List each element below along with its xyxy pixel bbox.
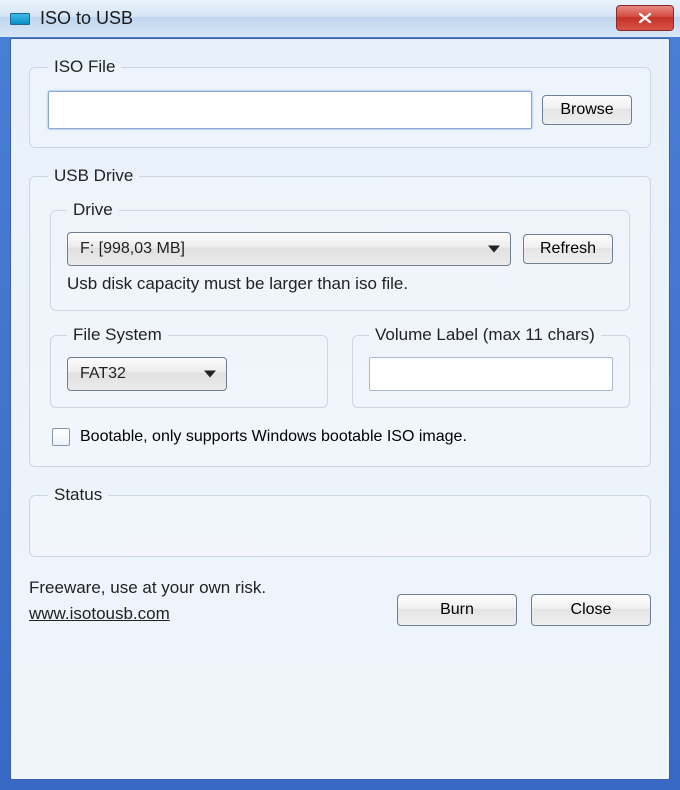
iso-file-legend: ISO File xyxy=(48,57,121,77)
app-window: ISO to USB ISO File Browse USB Drive Dri… xyxy=(0,0,680,790)
close-window-button[interactable] xyxy=(616,5,674,31)
freeware-note: Freeware, use at your own risk. xyxy=(29,575,266,601)
status-legend: Status xyxy=(48,485,108,505)
drive-legend: Drive xyxy=(67,200,119,220)
usb-drive-group: USB Drive Drive F: [998,03 MB] Refresh U… xyxy=(29,166,651,467)
titlebar: ISO to USB xyxy=(0,0,680,38)
footer: Freeware, use at your own risk. www.isot… xyxy=(29,575,651,626)
volume-label-input[interactable] xyxy=(369,357,613,391)
bootable-checkbox[interactable] xyxy=(52,428,70,446)
burn-button[interactable]: Burn xyxy=(397,594,517,626)
client-area: ISO File Browse USB Drive Drive F: [998,… xyxy=(10,38,670,780)
bootable-label: Bootable, only supports Windows bootable… xyxy=(80,428,467,446)
filesystem-legend: File System xyxy=(67,325,168,345)
window-title: ISO to USB xyxy=(40,8,616,29)
chevron-down-icon xyxy=(204,371,216,378)
chevron-down-icon xyxy=(488,246,500,253)
drive-select[interactable]: F: [998,03 MB] xyxy=(67,232,511,266)
volume-label-legend: Volume Label (max 11 chars) xyxy=(369,325,601,345)
browse-button[interactable]: Browse xyxy=(542,95,632,125)
refresh-button[interactable]: Refresh xyxy=(523,234,613,264)
volume-label-subgroup: Volume Label (max 11 chars) xyxy=(352,325,630,408)
filesystem-select[interactable]: FAT32 xyxy=(67,357,227,391)
iso-path-input[interactable] xyxy=(48,91,532,129)
filesystem-select-value: FAT32 xyxy=(80,365,126,383)
website-link[interactable]: www.isotousb.com xyxy=(29,604,170,623)
usb-drive-legend: USB Drive xyxy=(48,166,139,186)
drive-subgroup: Drive F: [998,03 MB] Refresh Usb disk ca… xyxy=(50,200,630,311)
drive-select-value: F: [998,03 MB] xyxy=(80,240,185,258)
iso-file-group: ISO File Browse xyxy=(29,57,651,148)
filesystem-subgroup: File System FAT32 xyxy=(50,325,328,408)
footer-text: Freeware, use at your own risk. www.isot… xyxy=(29,575,266,626)
status-group: Status xyxy=(29,485,651,557)
close-button[interactable]: Close xyxy=(531,594,651,626)
app-icon xyxy=(10,13,30,25)
close-icon xyxy=(637,12,653,24)
drive-capacity-note: Usb disk capacity must be larger than is… xyxy=(67,274,613,294)
